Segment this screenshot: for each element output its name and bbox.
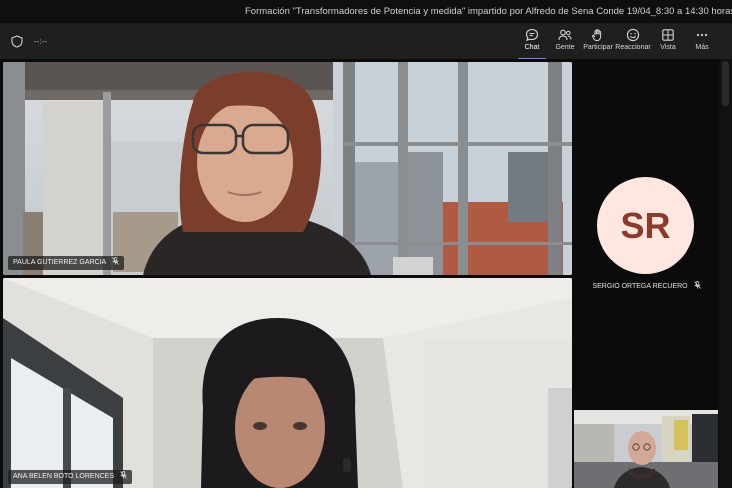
video-feed-image: [3, 278, 572, 488]
raise-hand-label: Participar: [583, 44, 613, 51]
video-tile-ana[interactable]: ANA BELEN BOTO LORENCES: [3, 278, 572, 488]
grid-view-icon: [662, 29, 674, 41]
react-button[interactable]: Reaccionar: [613, 28, 653, 58]
mic-off-icon: [111, 257, 119, 265]
video-feed-image: [3, 62, 572, 275]
meeting-stage: PAULA GUTIERREZ GARCIA ANA BELEN BOTO LO…: [0, 59, 732, 488]
mic-off-icon: [693, 281, 701, 289]
more-button[interactable]: Más: [682, 28, 722, 58]
meeting-timer: --:--: [34, 37, 47, 46]
video-tile-paula[interactable]: PAULA GUTIERREZ GARCIA: [3, 62, 572, 275]
avatar: SR: [597, 177, 694, 274]
shield-icon[interactable]: [11, 35, 23, 48]
video-feed-image: [574, 410, 718, 488]
people-icon: [558, 29, 572, 41]
self-view-video[interactable]: [574, 410, 718, 488]
side-scrollbar[interactable]: [719, 59, 732, 488]
emoji-icon: [626, 28, 640, 42]
participant-name-row: SERGIO ORTEGA RECUERO: [574, 281, 719, 290]
participant-name: ANA BELEN BOTO LORENCES: [13, 473, 115, 480]
participant-name: SERGIO ORTEGA RECUERO: [592, 283, 688, 290]
raise-hand-button[interactable]: Participar: [578, 28, 618, 58]
participant-name: PAULA GUTIERREZ GARCIA: [13, 259, 106, 266]
more-icon: [696, 33, 708, 37]
participant-name-tag: ANA BELEN BOTO LORENCES: [8, 470, 132, 484]
react-label: Reaccionar: [615, 44, 651, 51]
title-bar: Formación "Transformadores de Potencia y…: [0, 0, 732, 24]
audio-participant-tile[interactable]: SR SERGIO ORTEGA RECUERO: [574, 59, 719, 409]
raise-hand-icon: [592, 29, 602, 42]
meeting-toolbar: --:-- Chat Gente Participar Reaccionar V…: [0, 24, 732, 60]
participant-name-tag: PAULA GUTIERREZ GARCIA: [8, 256, 124, 270]
meeting-title: Formación "Transformadores de Potencia y…: [245, 6, 732, 17]
mic-off-icon: [120, 471, 127, 479]
chat-icon: [525, 28, 539, 42]
scrollbar-thumb[interactable]: [722, 61, 729, 106]
more-label: Más: [695, 44, 709, 51]
